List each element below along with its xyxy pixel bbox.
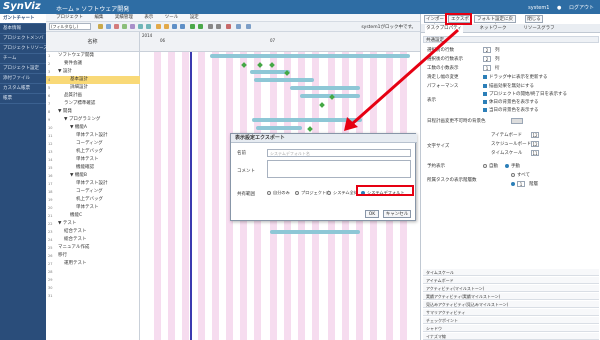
guide-arrow (344, 28, 459, 131)
